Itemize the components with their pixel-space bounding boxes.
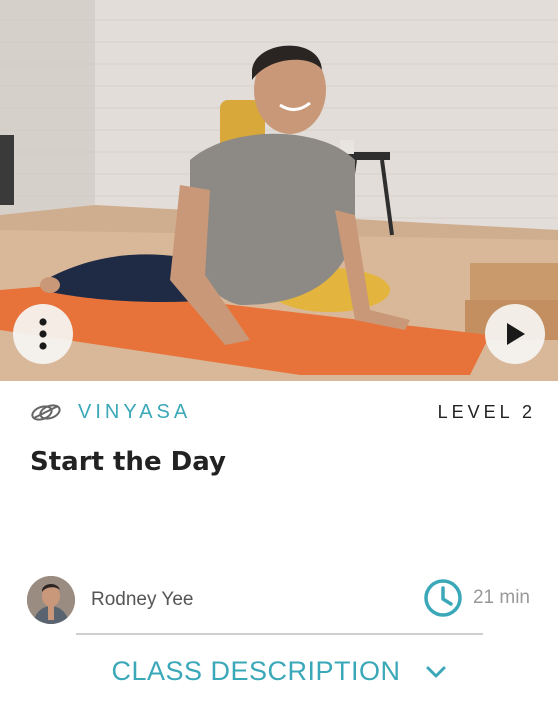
- avatar: [27, 576, 75, 624]
- duration-text: 21 min: [472, 587, 530, 608]
- instructor[interactable]: Rodney Yee: [27, 576, 194, 624]
- play-icon: [507, 323, 525, 345]
- class-card: VINYASA LEVEL 2 Start the Day Rodney Yee…: [0, 0, 558, 716]
- class-description-toggle[interactable]: CLASS DESCRIPTION: [0, 656, 558, 687]
- clock-icon: [424, 579, 462, 617]
- play-button[interactable]: [485, 304, 545, 364]
- class-duration: 21 min: [423, 578, 530, 618]
- class-meta-row: VINYASA LEVEL 2: [30, 398, 536, 426]
- more-vertical-icon: [39, 318, 47, 350]
- class-style: VINYASA: [30, 401, 191, 424]
- instructor-name[interactable]: Rodney Yee: [91, 589, 194, 611]
- class-title[interactable]: Start the Day: [30, 447, 226, 477]
- chevron-down-icon: [426, 666, 446, 677]
- divider: [76, 633, 483, 635]
- thumbnail-image: [0, 0, 558, 381]
- instructor-avatar-image: [27, 576, 75, 624]
- class-description-label: CLASS DESCRIPTION: [111, 656, 401, 686]
- yoga-style-icon: [31, 404, 61, 421]
- more-options-button[interactable]: [13, 304, 73, 364]
- style-label[interactable]: VINYASA: [78, 401, 191, 424]
- class-thumbnail[interactable]: [0, 0, 558, 381]
- level-label: LEVEL 2: [437, 401, 536, 422]
